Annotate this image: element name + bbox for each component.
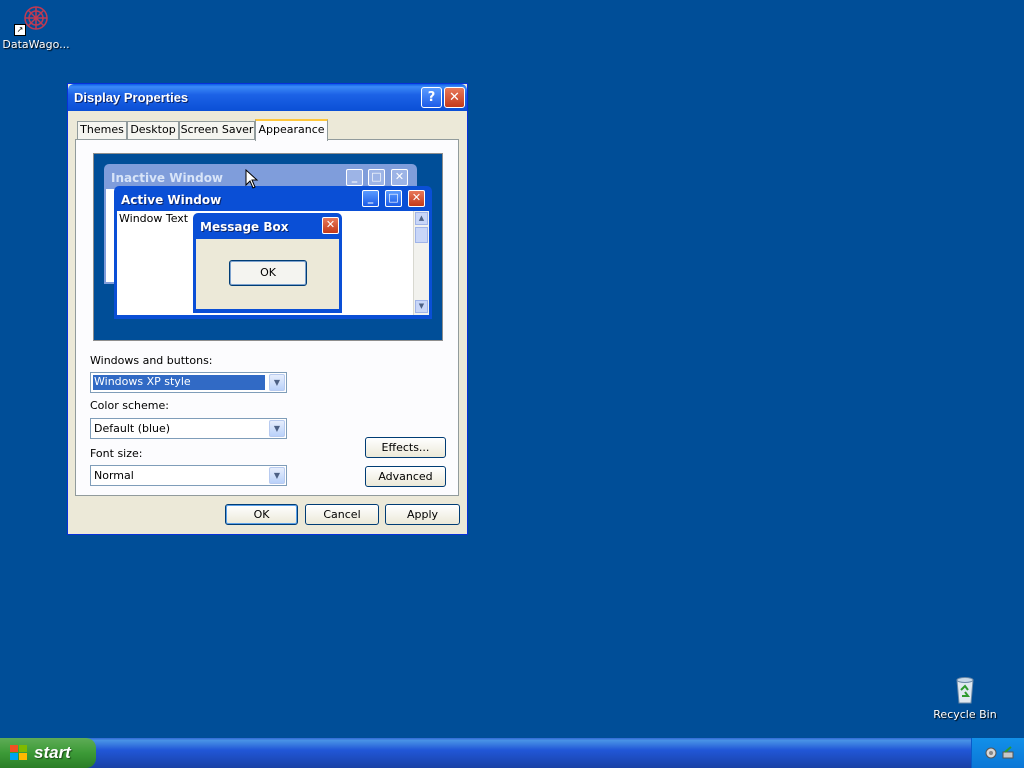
scroll-thumb [415,227,428,243]
taskbar: start [0,738,1024,768]
advanced-button[interactable]: Advanced [365,466,446,487]
windows-buttons-label: Windows and buttons: [90,354,213,367]
preview-active-title: Active Window [121,193,222,207]
window-title: Display Properties [74,90,189,105]
close-icon: ✕ [408,190,425,207]
network-icon[interactable] [984,746,998,760]
safely-remove-icon[interactable] [1001,746,1015,760]
start-button[interactable]: start [0,738,96,768]
appearance-panel: Inactive Window _ □ ✕ Active Window _ □ … [75,139,459,496]
close-button[interactable]: ✕ [444,87,465,108]
font-size-value: Normal [94,469,134,482]
chevron-down-icon[interactable]: ▼ [269,467,285,484]
chevron-down-icon[interactable]: ▼ [269,420,285,437]
desktop-icon-recycle-bin[interactable]: Recycle Bin [925,674,1005,721]
preview-message-title: Message Box [200,220,289,234]
help-button[interactable]: ? [421,87,442,108]
tab-desktop[interactable]: Desktop [127,121,179,139]
apply-button[interactable]: Apply [385,504,460,525]
preview-scrollbar: ▲ ▼ [413,211,429,315]
chevron-down-icon[interactable]: ▼ [269,374,285,391]
color-scheme-label: Color scheme: [90,399,169,412]
desktop-icon-label: Recycle Bin [933,708,997,721]
title-bar[interactable]: Display Properties ? ✕ [68,84,467,111]
scroll-up-icon: ▲ [415,212,428,225]
close-icon: ✕ [391,169,408,186]
tab-themes[interactable]: Themes [77,121,127,139]
minimize-icon: _ [362,190,379,207]
appearance-preview: Inactive Window _ □ ✕ Active Window _ □ … [93,153,443,341]
font-size-label: Font size: [90,447,143,460]
maximize-icon: □ [385,190,402,207]
tab-appearance[interactable]: Appearance [255,119,328,141]
windows-buttons-select[interactable]: Windows XP style ▼ [90,372,287,393]
tab-screen-saver[interactable]: Screen Saver [179,121,255,139]
recycle-bin-icon [956,677,974,704]
maximize-icon: □ [368,169,385,186]
cancel-button[interactable]: Cancel [305,504,379,525]
preview-window-text: Window Text [119,212,189,225]
windows-buttons-value: Windows XP style [92,374,266,391]
effects-button[interactable]: Effects... [365,437,446,458]
system-tray [971,738,1024,768]
color-scheme-value: Default (blue) [94,422,171,435]
shortcut-arrow-icon: ↗ [14,24,26,36]
ok-button[interactable]: OK [225,504,298,525]
color-scheme-select[interactable]: Default (blue) ▼ [90,418,287,439]
font-size-select[interactable]: Normal ▼ [90,465,287,486]
desktop-icon-label: DataWago... [2,38,70,51]
minimize-icon: _ [346,169,363,186]
desktop-icon-datawago[interactable]: ↗ DataWago... [0,4,76,51]
preview-message-body: OK [196,239,339,309]
windows-logo-icon [10,745,27,760]
display-properties-window: Display Properties ? ✕ Themes Desktop Sc… [67,83,468,535]
start-label: start [34,743,71,762]
mouse-cursor-icon [245,169,259,189]
close-icon: ✕ [322,217,339,234]
scroll-down-icon: ▼ [415,300,428,313]
close-icon: ✕ [449,90,460,105]
preview-message-box: Message Box ✕ OK [193,213,342,313]
preview-ok-button: OK [229,260,307,286]
preview-inactive-title: Inactive Window [111,171,224,185]
